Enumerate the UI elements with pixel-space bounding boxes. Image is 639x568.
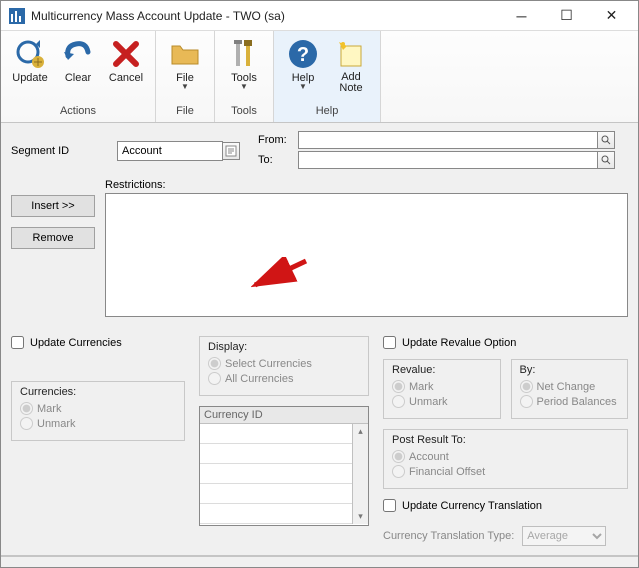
restrictions-label: Restrictions: — [105, 179, 628, 191]
app-icon — [9, 8, 25, 24]
to-label: To: — [258, 154, 298, 166]
currencies-label: Currencies: — [20, 386, 176, 398]
cancel-button[interactable]: Cancel — [103, 33, 149, 105]
add-note-icon — [335, 38, 367, 70]
restrictions-textarea[interactable] — [105, 193, 628, 317]
clear-button[interactable]: Clear — [55, 33, 101, 105]
content-area: Segment ID From: To: Insert >> Remove — [1, 123, 638, 555]
statusbar — [1, 555, 638, 567]
update-currencies-checkbox[interactable]: Update Currencies — [11, 336, 185, 349]
segment-id-label: Segment ID — [11, 145, 111, 157]
currency-id-header: Currency ID — [200, 407, 368, 424]
ribbon: Update Clear Cancel Actions File ▼ File — [1, 31, 638, 123]
segment-id-input[interactable] — [117, 141, 223, 161]
post-account-radio[interactable]: Account — [392, 450, 619, 463]
update-icon — [14, 38, 46, 70]
help-icon: ? — [287, 38, 319, 70]
post-financial-radio[interactable]: Financial Offset — [392, 465, 619, 478]
add-note-label: Add Note — [331, 72, 371, 94]
chevron-down-icon: ▼ — [181, 84, 189, 90]
maximize-button[interactable]: ☐ — [544, 2, 589, 30]
currencies-mark-radio[interactable]: Mark — [20, 402, 176, 415]
to-input[interactable] — [298, 151, 598, 169]
update-revalue-label: Update Revalue Option — [402, 337, 516, 349]
tools-icon — [228, 38, 260, 70]
insert-button[interactable]: Insert >> — [11, 195, 95, 217]
from-input[interactable] — [298, 131, 598, 149]
group-actions-label: Actions — [7, 105, 149, 121]
update-translation-checkbox[interactable]: Update Currency Translation — [383, 499, 628, 512]
translation-type-label: Currency Translation Type: — [383, 530, 514, 542]
translation-type-select[interactable]: Average — [522, 526, 606, 546]
segment-lookup-button[interactable] — [222, 142, 240, 160]
file-button[interactable]: File ▼ — [162, 33, 208, 105]
grid-cell[interactable] — [200, 484, 352, 504]
post-result-label: Post Result To: — [392, 434, 619, 446]
group-file-label: File — [162, 105, 208, 121]
display-select-radio[interactable]: Select Currencies — [208, 357, 360, 370]
cancel-label: Cancel — [109, 72, 143, 84]
display-label: Display: — [208, 341, 360, 353]
grid-cell[interactable] — [200, 424, 352, 444]
close-button[interactable]: ✕ — [589, 2, 634, 30]
titlebar[interactable]: Multicurrency Mass Account Update - TWO … — [1, 1, 638, 31]
clear-icon — [62, 38, 94, 70]
update-currencies-label: Update Currencies — [30, 337, 122, 349]
update-translation-label: Update Currency Translation — [402, 500, 542, 512]
by-periodbal-radio[interactable]: Period Balances — [520, 395, 620, 408]
group-help-label: Help — [280, 105, 374, 121]
group-tools-label: Tools — [221, 105, 267, 121]
file-icon — [169, 38, 201, 70]
grid-cell[interactable] — [200, 504, 352, 524]
remove-button[interactable]: Remove — [11, 227, 95, 249]
from-label: From: — [258, 134, 298, 146]
grid-scrollbar[interactable]: ▴▾ — [352, 424, 368, 524]
update-revalue-checkbox[interactable]: Update Revalue Option — [383, 336, 628, 349]
revalue-label: Revalue: — [392, 364, 492, 376]
svg-text:?: ? — [297, 44, 309, 66]
chevron-down-icon: ▼ — [240, 84, 248, 90]
window-title: Multicurrency Mass Account Update - TWO … — [31, 9, 499, 23]
from-lookup-button[interactable] — [597, 131, 615, 149]
revalue-unmark-radio[interactable]: Unmark — [392, 395, 492, 408]
clear-label: Clear — [65, 72, 91, 84]
add-note-button[interactable]: Add Note — [328, 33, 374, 105]
grid-cell[interactable] — [200, 464, 352, 484]
currency-grid[interactable]: Currency ID ▴▾ — [199, 406, 369, 526]
grid-cell[interactable] — [200, 444, 352, 464]
currencies-unmark-radio[interactable]: Unmark — [20, 417, 176, 430]
help-button[interactable]: ? Help ▼ — [280, 33, 326, 105]
by-netchange-radio[interactable]: Net Change — [520, 380, 620, 393]
update-label: Update — [12, 72, 47, 84]
tools-button[interactable]: Tools ▼ — [221, 33, 267, 105]
revalue-mark-radio[interactable]: Mark — [392, 380, 492, 393]
chevron-down-icon: ▼ — [299, 84, 307, 90]
update-button[interactable]: Update — [7, 33, 53, 105]
cancel-icon — [110, 38, 142, 70]
display-all-radio[interactable]: All Currencies — [208, 372, 360, 385]
minimize-button[interactable]: ─ — [499, 2, 544, 30]
to-lookup-button[interactable] — [597, 151, 615, 169]
by-label: By: — [520, 364, 620, 376]
